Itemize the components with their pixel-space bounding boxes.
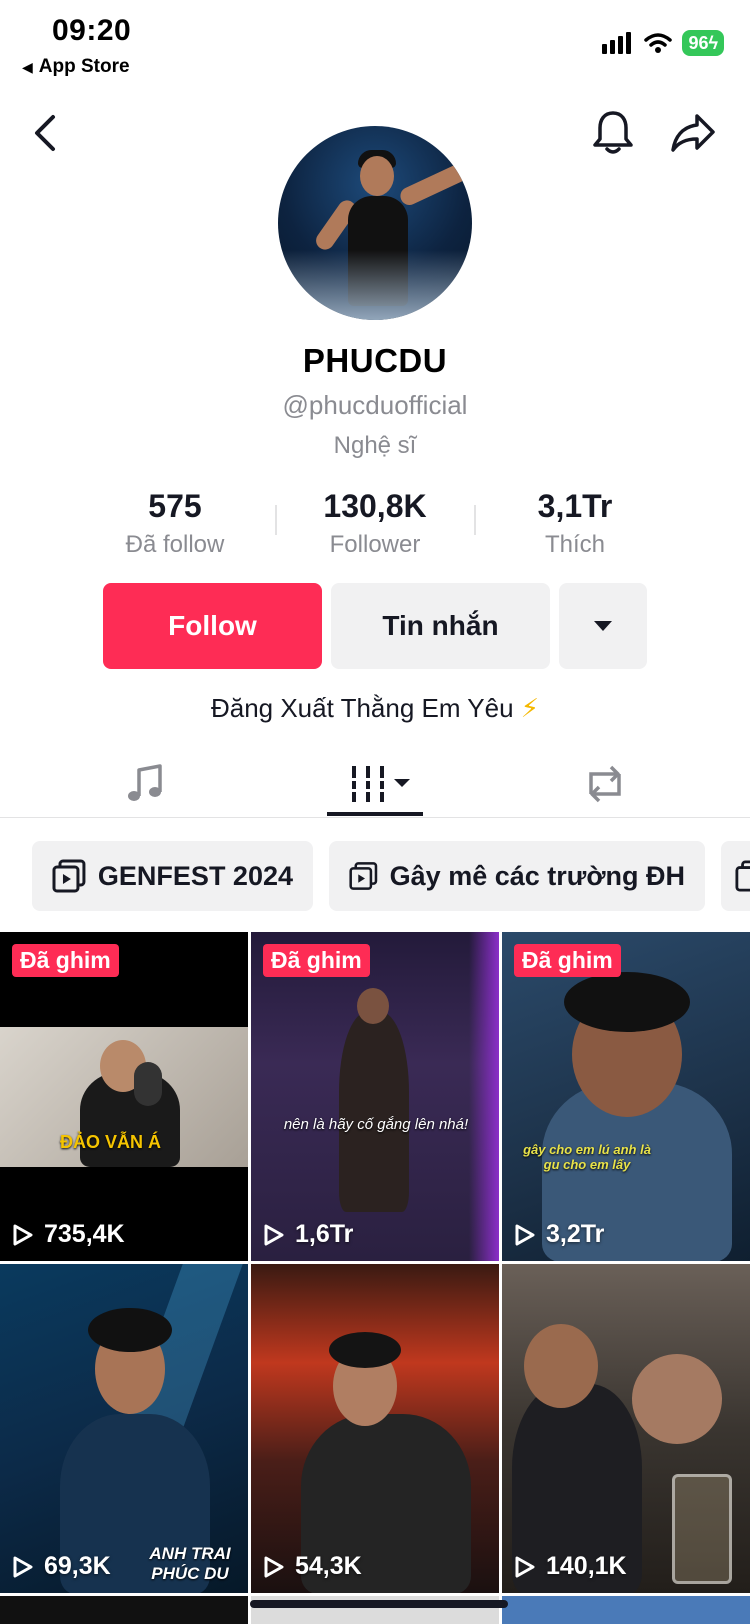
playlist-chip-partial[interactable] [721,841,750,911]
stat-likes[interactable]: 3,1Tr Thích [500,488,650,559]
home-indicator [250,1600,508,1608]
back-button[interactable] [18,106,72,160]
music-note-icon [128,764,162,801]
play-icon [264,1224,284,1245]
profile-category: Nghệ sĩ [333,432,417,459]
video-caption: ĐẢO VẪN Á [60,1132,162,1152]
stat-value: 575 [148,488,202,524]
profile-stats: 575 Đã follow 130,8K Follower 3,1Tr Thíc… [100,488,650,559]
video-tile[interactable] [502,1596,750,1624]
repost-icon [589,765,621,803]
playlist-chip[interactable]: Gây mê các trường ĐH [329,841,705,911]
video-caption: ANH TRAI PHÚC DU [149,1544,231,1583]
active-tab-indicator [327,812,423,816]
message-button[interactable]: Tin nhắn [331,583,550,669]
back-to-app-store[interactable]: ◀ App Store [22,56,130,78]
playlist-label: Gây mê các trường ĐH [389,860,685,891]
pinned-badge: Đã ghim [263,944,370,977]
stat-label: Thích [544,531,606,558]
caret-down-icon [594,621,612,631]
follow-button[interactable]: Follow [103,583,322,669]
video-tile[interactable]: gây cho em lú anh là gu cho em lấy Đã gh… [502,932,750,1261]
play-icon [13,1224,33,1245]
back-triangle-icon: ◀ [22,58,33,75]
status-icons: 96 ϟ [602,30,724,56]
tab-music[interactable] [110,752,180,816]
tab-videos[interactable] [340,752,420,816]
profile-avatar[interactable] [278,126,472,320]
tab-reposts[interactable] [570,752,640,816]
stat-followers[interactable]: 130,8K Follower [300,488,450,559]
play-icon [13,1556,33,1577]
stat-divider [474,505,476,535]
status-time: 09:20 [52,14,132,47]
stat-following[interactable]: 575 Đã follow [100,488,250,559]
signal-icon [602,32,632,54]
playlist-chip[interactable]: GENFEST 2024 [32,841,313,911]
chevron-left-icon [35,115,55,151]
profile-bio: Đăng Xuất Thằng Em Yêu ⚡ [0,693,750,724]
video-tile[interactable] [0,1596,248,1624]
profile-name: PHUCDU [302,342,448,379]
notification-button[interactable] [586,106,640,160]
suggested-accounts-button[interactable] [559,583,647,669]
charging-icon: ϟ [708,32,718,53]
video-tile[interactable]: 140,1K [502,1264,750,1593]
view-count-value: 735,4K [44,1220,125,1248]
video-tile[interactable]: nên là hãy cố gắng lên nhá! Đã ghim 1,6T… [251,932,499,1261]
view-count-value: 3,2Tr [546,1220,605,1248]
playlist-label: GENFEST 2024 [97,860,293,891]
tabs-divider [0,817,750,818]
share-button[interactable] [666,106,720,160]
view-count: 140,1K [514,1552,627,1581]
playlist-icon [52,859,86,893]
battery-level: 96 [688,32,709,53]
pinned-badge: Đã ghim [514,944,621,977]
profile-handle: @phucduofficial [282,390,468,420]
stat-divider [275,505,277,535]
view-count: 3,2Tr [514,1220,604,1249]
pinned-badge: Đã ghim [12,944,119,977]
video-tile[interactable]: ANH TRAI PHÚC DU 69,3K [0,1264,248,1593]
video-tile[interactable]: 54,3K [251,1264,499,1593]
play-icon [515,1556,535,1577]
bio-text: Đăng Xuất Thằng Em Yêu [210,693,514,723]
grid-columns-icon [348,766,410,802]
stat-label: Đã follow [125,531,225,558]
wifi-icon [644,33,673,53]
view-count: 69,3K [12,1552,111,1581]
video-caption: nên là hãy cố gắng lên nhá! [283,1116,469,1133]
playlist-icon [735,860,750,892]
back-app-label: App Store [38,56,130,77]
battery-indicator: 96 ϟ [682,30,724,56]
view-count: 54,3K [263,1552,362,1581]
view-count: 735,4K [12,1220,125,1249]
view-count-value: 1,6Tr [295,1220,354,1248]
play-icon [515,1224,535,1245]
video-tile[interactable]: ĐẢO VẪN Á Đã ghim 735,4K [0,932,248,1261]
lightning-emoji: ⚡ [520,693,540,723]
view-count-value: 140,1K [546,1552,627,1580]
video-caption: gây cho em lú anh là gu cho em lấy [523,1142,651,1172]
view-count: 1,6Tr [263,1220,353,1249]
stat-value: 3,1Tr [537,488,613,524]
playlist-icon [349,862,378,890]
view-count-value: 69,3K [44,1552,111,1580]
stat-value: 130,8K [323,488,427,524]
share-arrow-icon [671,114,715,152]
view-count-value: 54,3K [295,1552,362,1580]
play-icon [264,1556,284,1577]
stat-label: Follower [329,531,421,558]
bell-icon [593,111,633,154]
